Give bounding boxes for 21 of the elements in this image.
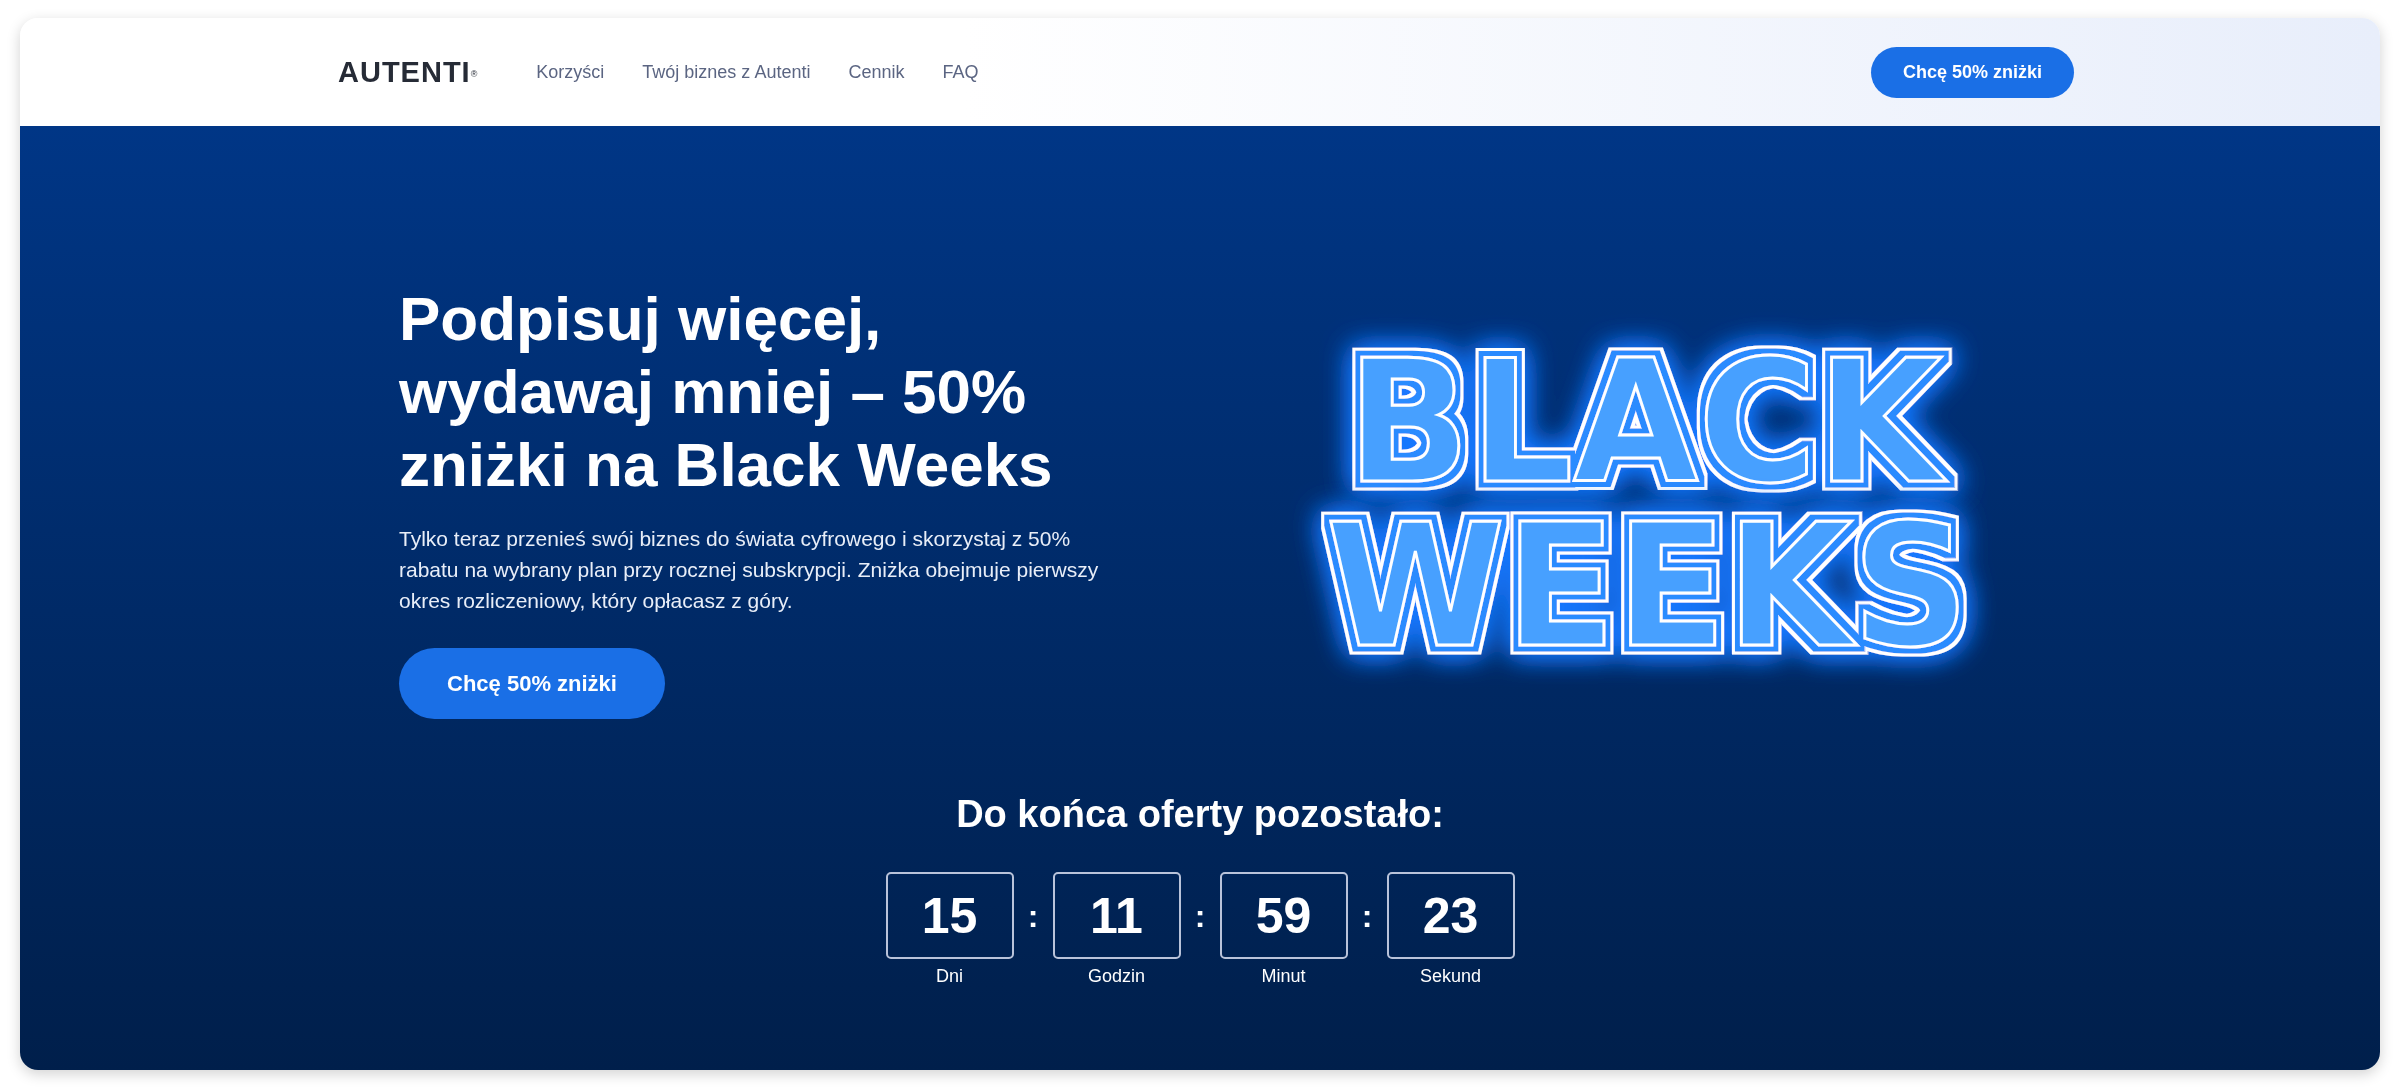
logo[interactable]: AUTENTI$^{®}$ [338,57,479,87]
countdown-value: 23 [1386,872,1515,959]
nav-link[interactable]: Twój biznes z Autenti [642,61,811,83]
countdown-value: 11 [1052,872,1181,959]
countdown-value: 15 [885,872,1014,959]
colon-separator: : [1361,897,1373,934]
colon-separator: : [1027,897,1039,934]
hero-heading: Podpisuj więcej, wydawaj mniej – 50% zniżki na Black Weeks [399,283,1054,501]
countdown-unit-label: Dni [936,965,963,987]
colon-separator: : [1194,897,1206,934]
nav-link[interactable]: Korzyści [536,61,605,83]
nav-link[interactable]: FAQ [942,61,979,83]
countdown-unit-label: Sekund [1419,965,1482,987]
discount-button[interactable]: Chcę 50% zniżki [399,648,665,719]
nav-link[interactable]: Cennik [848,61,905,83]
countdown-heading: Do końca oferty pozostało: [956,792,1444,837]
discount-button[interactable]: Chcę 50% zniżki [1871,46,2074,98]
countdown-unit-label: Minut [1261,965,1306,987]
hero-description: Tylko teraz przenieś swój biznes do świata cyfrowego i skorzystaj z 50% rabatu na wybrany plan przy rocznej subskrypcji. Zniżka obejmuje pierwszy okres rozliczeniowy, który opłacasz z góry. [399,526,1100,614]
countdown-unit-label: Godzin [1087,965,1145,987]
countdown-value: 59 [1219,872,1348,959]
